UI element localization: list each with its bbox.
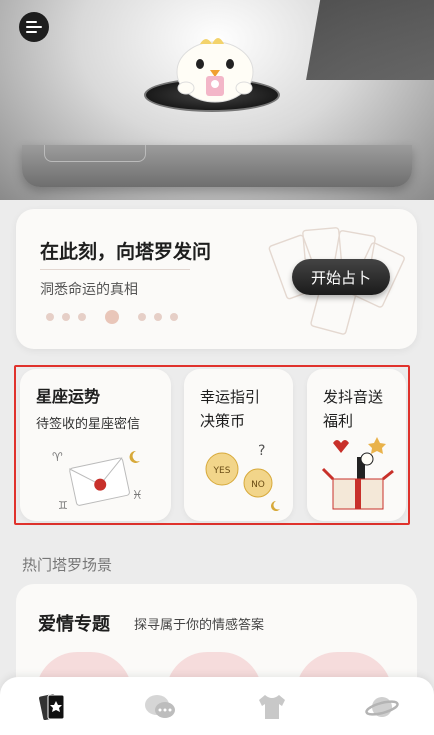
coin-yes-label: YES [213,466,231,476]
lucky-coin-title: 幸运指引 决策币 [200,388,261,430]
moon-phases-icon [46,310,178,324]
lucky-coin-card[interactable]: 幸运指引 决策币 YES NO ? [184,369,293,521]
horoscope-card[interactable]: 星座运势 待签收的星座密信 ♈ ♓ ♊ [20,369,171,521]
gift-box-icon [321,437,394,510]
yes-no-coins-icon: YES NO ? [205,443,280,511]
horoscope-title: 星座运势 [36,387,101,406]
planet-icon [365,697,399,717]
menu-button[interactable] [19,12,49,42]
tab-planet[interactable] [362,689,402,725]
hero-title: 在此刻，向塔罗发问 [40,241,212,263]
tarot-hero-card[interactable]: 在此刻，向塔罗发问 洞悉命运的真相 开始占卜 [16,209,417,349]
love-topic-subtitle: 探寻属于你的情感答案 [134,618,265,633]
svg-text:♊: ♊ [58,499,68,512]
tab-shop[interactable] [252,689,292,725]
bottom-tab-bar [0,677,434,735]
tab-chat[interactable] [140,689,180,725]
svg-text:?: ? [258,443,265,459]
hero-divider [40,269,190,270]
tshirt-icon [259,695,285,719]
hot-tarot-section-title: 热门塔罗场景 [22,556,113,574]
coin-no-label: NO [251,480,265,490]
sealed-letter-icon: ♈ ♓ ♊ [52,450,143,512]
love-topic-title: 爱情专题 [38,614,110,635]
hero-subtitle: 洞悉命运的真相 [40,282,138,298]
svg-text:♓: ♓ [132,488,143,502]
tab-tarot[interactable] [32,689,72,725]
tarot-cards-icon [39,693,65,721]
douyin-benefit-title: 发抖音送 福利 [323,388,384,430]
stage-ledge [22,145,412,187]
douyin-benefit-card[interactable]: 发抖音送 福利 [307,369,406,521]
mascot-stage [0,0,434,200]
horoscope-subtitle: 待签收的星座密信 [36,417,141,432]
svg-text:♈: ♈ [52,450,63,464]
chat-bubbles-icon [145,695,175,718]
menu-icon [26,21,42,33]
start-divination-button[interactable]: 开始占卜 [292,259,390,295]
mascot-chick-icon[interactable] [172,30,258,104]
